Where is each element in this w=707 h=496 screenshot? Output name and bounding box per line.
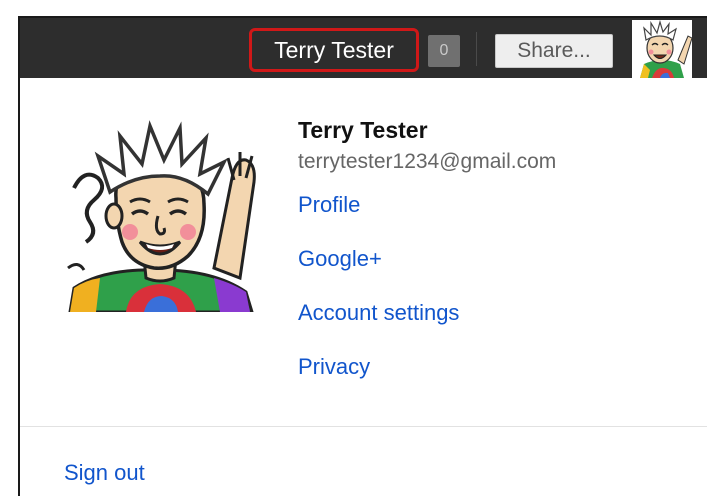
- top-bar: Terry Tester 0 Share...: [20, 18, 707, 78]
- account-name: Terry Tester: [298, 117, 428, 143]
- profile-avatar-icon[interactable]: [64, 118, 258, 312]
- profile-link[interactable]: Profile: [298, 191, 556, 219]
- notification-count-badge[interactable]: 0: [428, 35, 460, 67]
- user-name-button[interactable]: Terry Tester: [249, 28, 419, 72]
- account-email: terrytester1234@gmail.com: [298, 150, 557, 173]
- privacy-link[interactable]: Privacy: [298, 353, 556, 381]
- share-button[interactable]: Share...: [495, 34, 613, 68]
- card-divider: [20, 426, 707, 427]
- account-popup-frame: Terry Tester 0 Share... Terry Tester ter…: [18, 16, 707, 496]
- account-info: Terry Tester terrytester1234@gmail.com P…: [298, 116, 556, 381]
- google-plus-link[interactable]: Google+: [298, 245, 556, 273]
- small-avatar-icon[interactable]: [632, 20, 692, 78]
- account-card: Terry Tester terrytester1234@gmail.com P…: [20, 78, 707, 496]
- sign-out-link[interactable]: Sign out: [64, 460, 145, 486]
- top-bar-divider: [476, 32, 477, 66]
- account-settings-link[interactable]: Account settings: [298, 299, 556, 327]
